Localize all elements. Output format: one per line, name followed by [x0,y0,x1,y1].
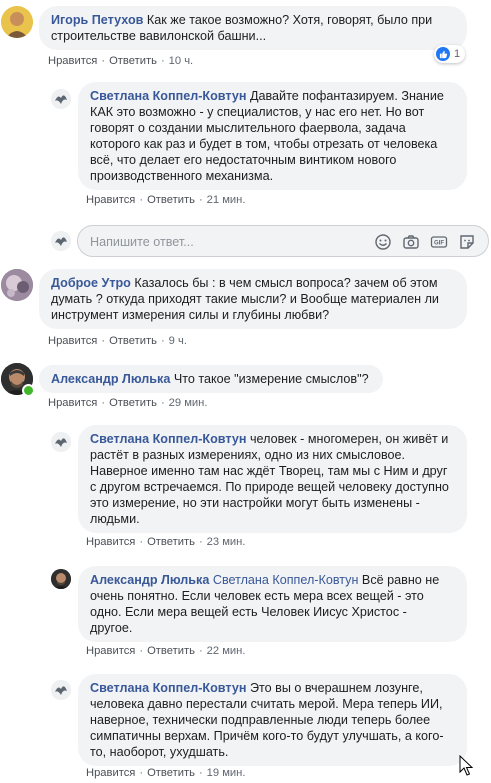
comment-author[interactable]: Игорь Петухов [51,13,143,27]
comment-text: человека давно перестали считать мерой. … [90,697,443,711]
reply-box[interactable]: GIF [77,225,489,257]
comment-text: Как же такое возможно? Хотя, говорят, бы… [146,13,433,27]
comment-author[interactable]: Доброе Утро [51,276,131,290]
sticker-icon[interactable] [458,233,476,251]
comment-text: Давайте пофантазируем. Знание [249,89,444,103]
comment-text: одно. Если мера вещей есть Человек Иисус… [90,605,407,619]
comment-actions: Нравится · Ответить · 23 мин. [86,536,246,548]
comment-text: всё, что делает его недостаточным винтик… [90,153,397,167]
comment-time[interactable]: 21 мин. [207,194,246,206]
comment-time[interactable]: 23 мин. [207,536,246,548]
comment-text: инструмент измерения силы и глубины любв… [51,308,330,322]
comment-text: КАК это возможно - у специалистов, у нас… [90,105,425,119]
comment-author[interactable]: Светлана Коппел-Ковтун [90,89,246,103]
cursor-icon [459,754,474,777]
comment-actions: Нравится · Ответить · 10 ч. [48,55,194,67]
reply-link[interactable]: Ответить [109,55,157,67]
gif-icon[interactable]: GIF [430,233,448,251]
online-status-icon [22,384,35,397]
comment-text: Всё равно не [361,573,440,587]
comment-author[interactable]: Светлана Коппел-Ковтун [90,432,246,446]
reply-input[interactable] [88,232,362,252]
mention-link[interactable]: Светлана Коппел-Ковтун [213,573,359,587]
comment-text: очень понятно. Если человек есть мера вс… [90,589,424,603]
comment-author[interactable]: Светлана Коппел-Ковтун [90,681,246,695]
comment-time[interactable]: 9 ч. [169,335,187,347]
comment-text: Казалось бы : в чем смысл вопроса? зачем… [134,276,438,290]
reply-link[interactable]: Ответить [147,536,195,548]
avatar[interactable] [1,269,33,301]
comment-actions: Нравится · Ответить · 9 ч. [48,335,187,347]
comment-actions: Нравится · Ответить · 21 мин. [86,194,246,206]
like-link[interactable]: Нравится [86,767,135,779]
like-link[interactable]: Нравится [86,536,135,548]
avatar[interactable] [51,569,71,589]
comment-bubble: Светлана Коппел-Ковтун Это вы о вчерашне… [78,674,467,766]
comment-text: то, наоборот, ухудшать. [90,745,229,759]
comment-text: производственного механизма. [90,169,274,183]
comment-time[interactable]: 10 ч. [169,55,194,67]
comment-bubble: Доброе Утро Казалось бы : в чем смысл во… [39,269,467,329]
comment-actions: Нравится · Ответить · 19 мин. [86,767,246,779]
like-link[interactable]: Нравится [48,55,97,67]
comment-text: с другом встречаемся. По природе вещей ч… [90,480,449,494]
camera-icon[interactable] [402,233,420,251]
comment-author[interactable]: Александр Люлька [90,573,209,587]
like-link[interactable]: Нравится [86,645,135,657]
comment-bubble: Александр Люлька Что такое "измерение см… [39,365,383,393]
comment-text: наверное, технически подправленные люди … [90,713,431,727]
like-link[interactable]: Нравится [48,397,97,409]
comment-bubble: Игорь Петухов Как же такое возможно? Хот… [39,6,467,50]
comment-author[interactable]: Александр Люлька [51,372,170,386]
comment-text: другое. [90,621,133,635]
comment-bubble: Александр Люлька Светлана Коппел-Ковтун … [78,566,467,642]
comment-text: строительстве вавилонской башни... [51,29,267,43]
current-user-avatar [51,231,71,251]
svg-text:GIF: GIF [434,241,444,247]
reply-link[interactable]: Ответить [109,335,157,347]
comment-actions: Нравится · Ответить · 29 мин. [48,397,208,409]
reply-link[interactable]: Ответить [147,645,195,657]
like-link[interactable]: Нравится [48,335,97,347]
reply-link[interactable]: Ответить [147,194,195,206]
comment-actions: Нравится · Ответить · 22 мин. [86,645,246,657]
avatar[interactable] [51,432,71,452]
like-icon [436,47,450,61]
emoji-icon[interactable] [374,233,392,251]
comment-text: думать ? откуда приходят такие мысли? и … [51,292,439,306]
comment-time[interactable]: 22 мин. [207,645,246,657]
avatar[interactable] [1,6,33,38]
comment-text: это измерение, но эти настройки могут бы… [90,496,420,510]
comment-bubble: Светлана Коппел-Ковтун Давайте пофантази… [78,82,467,190]
like-link[interactable]: Нравится [86,194,135,206]
comment-text: Наверное именно там нас ждёт Творец, там… [90,464,448,478]
comment-text: симпатичны верхам. Причём кого-то будут … [90,729,444,743]
comment-time[interactable]: 29 мин. [169,397,208,409]
comment-bubble: Светлана Коппел-Ковтун человек - многоме… [78,425,467,533]
reply-link[interactable]: Ответить [147,767,195,779]
comment-text: Что такое "измерение смыслов"? [173,372,369,386]
reply-link[interactable]: Ответить [109,397,157,409]
comment-text: говорят о создании мыслительного фаервол… [90,121,406,135]
reaction-summary[interactable]: 1 [434,45,466,63]
comment-time[interactable]: 19 мин. [207,767,246,779]
avatar[interactable] [51,680,71,700]
reaction-count: 1 [454,48,461,60]
comment-text: Это вы о вчерашнем лозунге, [249,681,423,695]
comment-text: которого как раз и будет в том, чтобы от… [90,137,438,151]
comment-text: растёт в разных измерениях, одно из них … [90,448,406,462]
comment-text: человек - многомерен, он живёт и [249,432,449,446]
avatar[interactable] [51,89,71,109]
comment-text: людьми. [90,512,140,526]
